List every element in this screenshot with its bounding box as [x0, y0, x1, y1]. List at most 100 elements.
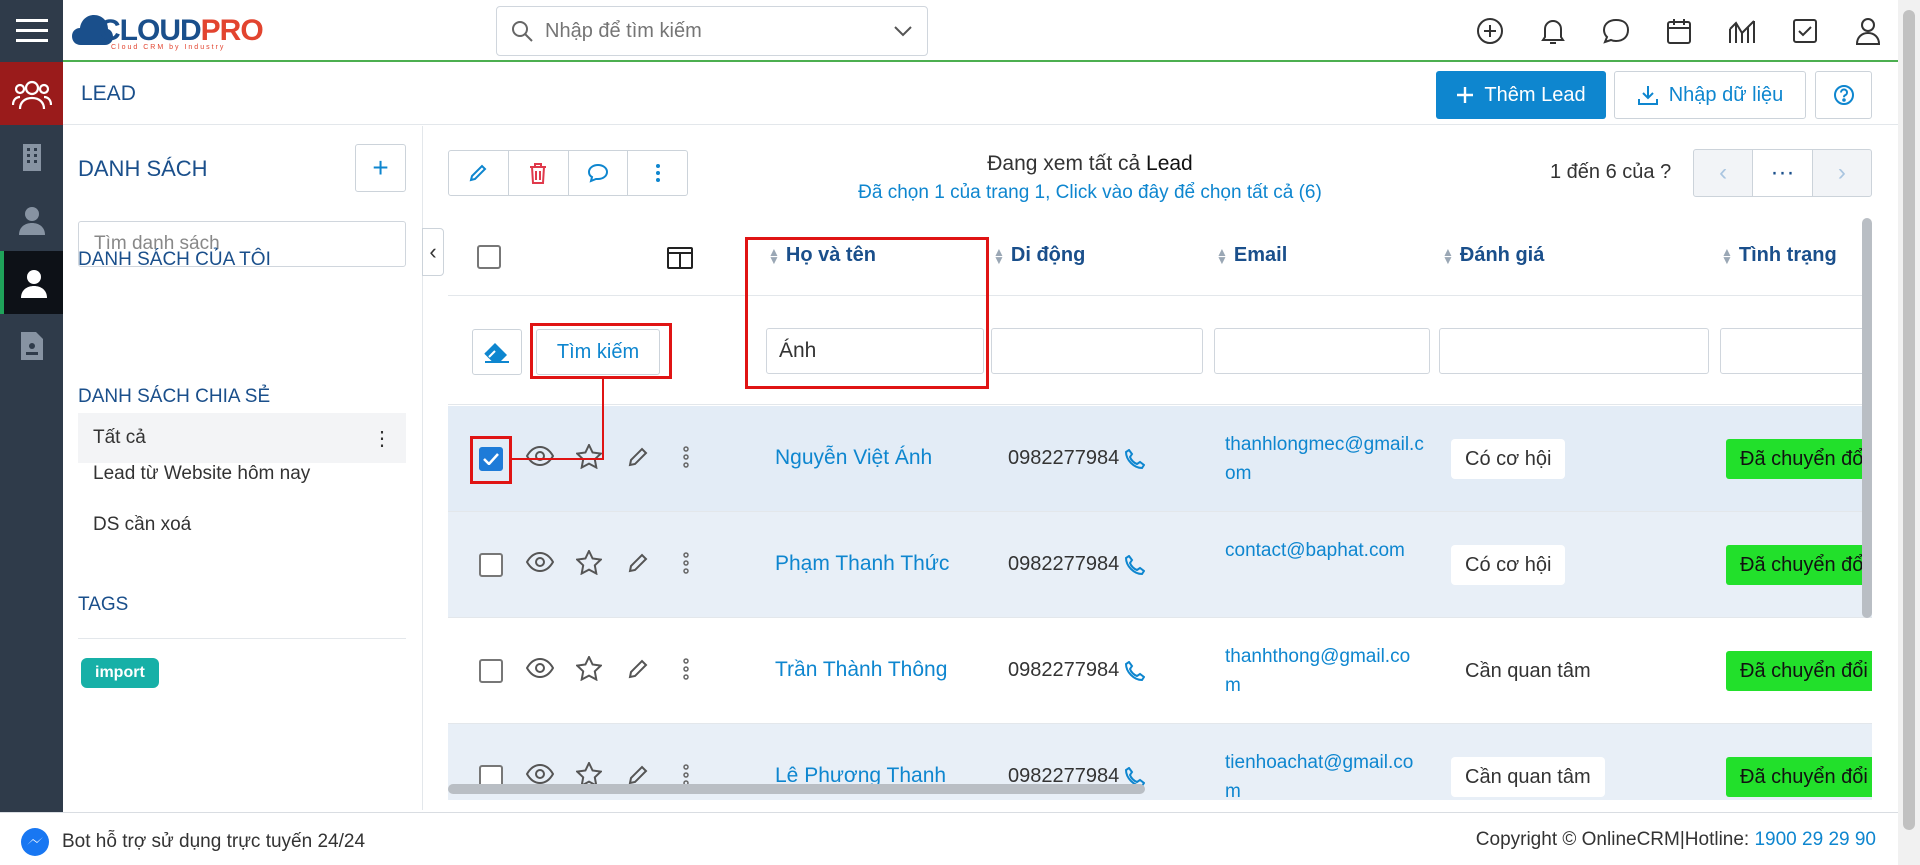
- copyright: Copyright © OnlineCRM|Hotline: 1900 29 2…: [1476, 829, 1876, 851]
- row-checkbox[interactable]: [479, 553, 503, 577]
- edit-icon[interactable]: [627, 552, 649, 574]
- add-lead-button[interactable]: Thêm Lead: [1436, 71, 1606, 119]
- chat-icon[interactable]: [1597, 12, 1634, 49]
- list-item-label: Tất cả: [93, 427, 146, 448]
- search-icon: [512, 21, 533, 42]
- next-page-icon[interactable]: ›: [1813, 150, 1871, 196]
- logo-main: CLOUD: [99, 14, 202, 47]
- more-vertical-icon[interactable]: [683, 658, 689, 680]
- view-icon[interactable]: [526, 658, 554, 678]
- task-icon[interactable]: [1786, 12, 1823, 49]
- collapse-panel-button[interactable]: ‹: [422, 228, 444, 276]
- status-badge: Đã chuyển đổi: [1726, 651, 1872, 691]
- cloudpro-logo[interactable]: CLOUDPRO Cloud CRM by Industry: [71, 6, 264, 56]
- phone-number: 0982277984: [1008, 659, 1120, 681]
- view-icon[interactable]: [526, 764, 554, 784]
- sort-icon: ▲ ▼: [1442, 244, 1454, 267]
- highlight-name-filter: [745, 237, 989, 389]
- lead-email-link[interactable]: tienhoachat@gmail.com: [1225, 748, 1425, 800]
- phone-icon[interactable]: [1125, 660, 1146, 681]
- organization-icon[interactable]: [0, 125, 63, 188]
- leads-module-icon[interactable]: [0, 62, 63, 125]
- edit-icon[interactable]: [627, 764, 649, 786]
- table-row[interactable]: Nguyễn Việt Ánh 0982277984 thanhlongmec@…: [448, 406, 1872, 512]
- contact-icon[interactable]: [0, 188, 63, 251]
- star-icon[interactable]: [576, 444, 602, 469]
- rating-badge: Có cơ hội: [1451, 439, 1566, 479]
- status-badge: Đã chuyển đổi: [1726, 439, 1872, 479]
- more-vertical-icon[interactable]: [628, 151, 687, 195]
- kebab-icon[interactable]: ⋮: [372, 426, 392, 451]
- help-button[interactable]: [1815, 71, 1872, 119]
- calendar-icon[interactable]: [1660, 12, 1697, 49]
- star-icon[interactable]: [576, 550, 602, 575]
- top-header: CLOUDPRO Cloud CRM by Industry Nhập để t…: [63, 0, 1898, 62]
- column-status[interactable]: ▲ ▼ Tình trạng: [1721, 244, 1837, 267]
- pagination: ‹ ··· ›: [1693, 149, 1872, 197]
- list-item[interactable]: DS cần xoá: [78, 500, 406, 550]
- lead-email-link[interactable]: contact@baphat.com: [1225, 536, 1425, 565]
- horizontal-scrollbar[interactable]: [448, 784, 1145, 794]
- page-scroll-thumb[interactable]: [1903, 10, 1915, 830]
- more-vertical-icon[interactable]: [683, 446, 689, 468]
- global-search[interactable]: Nhập để tìm kiếm: [496, 6, 928, 56]
- filter-email-input[interactable]: [1214, 328, 1430, 374]
- report-icon[interactable]: [1723, 12, 1760, 49]
- edit-icon[interactable]: [449, 151, 509, 195]
- phone-icon[interactable]: [1125, 448, 1146, 469]
- column-layout-icon[interactable]: [666, 244, 694, 272]
- import-data-label: Nhập dữ liệu: [1668, 83, 1784, 106]
- more-pages-icon[interactable]: ···: [1753, 150, 1813, 196]
- vertical-scrollbar[interactable]: [1862, 218, 1872, 618]
- prev-page-icon[interactable]: ‹: [1694, 150, 1754, 196]
- comment-icon[interactable]: [569, 151, 629, 195]
- support-bot[interactable]: Bot hỗ trợ sử dụng trực tuyến 24/24: [20, 827, 365, 857]
- column-email[interactable]: ▲ ▼ Email: [1216, 244, 1287, 267]
- view-icon[interactable]: [526, 552, 554, 572]
- table-row[interactable]: Phạm Thanh Thức 0982277984 contact@bapha…: [448, 512, 1872, 618]
- table-row[interactable]: Trần Thành Thông 0982277984 thanhthong@g…: [448, 618, 1872, 724]
- plus-circle-icon[interactable]: [1471, 12, 1508, 49]
- star-icon[interactable]: [576, 656, 602, 681]
- view-icon[interactable]: [526, 446, 554, 466]
- column-rating[interactable]: ▲ ▼ Đánh giá: [1442, 244, 1544, 267]
- left-rail: [0, 0, 63, 865]
- delete-icon[interactable]: [509, 151, 569, 195]
- pager-total-icon[interactable]: ?: [1660, 161, 1671, 183]
- menu-icon[interactable]: [0, 0, 63, 62]
- add-lead-label: Thêm Lead: [1484, 83, 1586, 106]
- column-phone[interactable]: ▲ ▼ Di động: [993, 244, 1085, 267]
- filter-rating-input[interactable]: [1439, 328, 1709, 374]
- list-item-all[interactable]: Tất cả ⋮: [78, 413, 406, 463]
- select-all-link[interactable]: Đã chọn 1 của trang 1, Click vào đây để …: [790, 182, 1390, 204]
- add-list-button[interactable]: +: [355, 144, 406, 192]
- lead-email-link[interactable]: thanhthong@gmail.com: [1225, 642, 1425, 700]
- select-all-checkbox[interactable]: [477, 245, 501, 269]
- more-vertical-icon[interactable]: [683, 764, 689, 786]
- eraser-icon[interactable]: [472, 329, 522, 375]
- lead-name-link[interactable]: Nguyễn Việt Ánh: [775, 446, 932, 470]
- import-data-button[interactable]: Nhập dữ liệu: [1614, 71, 1806, 119]
- tag-import[interactable]: import: [81, 658, 159, 688]
- page-scrollbar[interactable]: [1898, 0, 1920, 865]
- lead-name-link[interactable]: Phạm Thanh Thức: [775, 552, 949, 576]
- lead-email-link[interactable]: thanhlongmec@gmail.com: [1225, 430, 1425, 488]
- person-icon[interactable]: [0, 251, 63, 314]
- filter-status-input[interactable]: [1720, 328, 1870, 374]
- more-vertical-icon[interactable]: [683, 552, 689, 574]
- hotline-link[interactable]: 1900 29 29 90: [1754, 829, 1876, 850]
- bell-icon[interactable]: [1534, 12, 1571, 49]
- phone-icon[interactable]: [1125, 554, 1146, 575]
- highlight-search-button: [530, 323, 672, 379]
- edit-icon[interactable]: [627, 658, 649, 680]
- row-checkbox[interactable]: [479, 659, 503, 683]
- document-icon[interactable]: [0, 314, 63, 377]
- filter-phone-input[interactable]: [991, 328, 1203, 374]
- page-title: LEAD: [81, 82, 136, 105]
- edit-icon[interactable]: [627, 446, 649, 468]
- user-icon[interactable]: [1849, 12, 1886, 49]
- status-badge: Đã chuyển đổi: [1726, 545, 1872, 585]
- lead-phone: 0982277984: [1008, 553, 1146, 576]
- chevron-down-icon[interactable]: [893, 25, 913, 37]
- lead-name-link[interactable]: Trần Thành Thông: [775, 658, 947, 682]
